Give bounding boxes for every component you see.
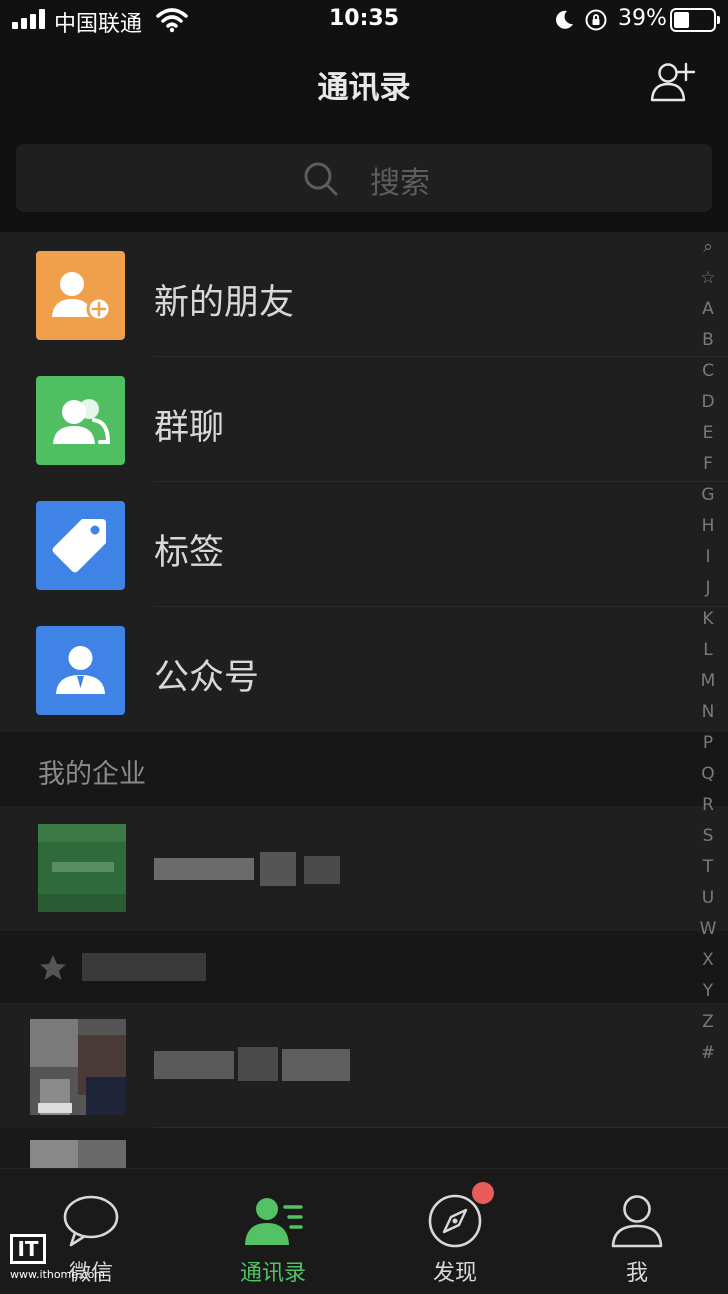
index-letter[interactable]: H xyxy=(696,511,720,542)
battery-percent: 39% xyxy=(618,6,667,31)
section-title: 我的企业 xyxy=(38,759,146,790)
profile-icon xyxy=(611,1195,663,1248)
watermark-url: www.ithome.com xyxy=(10,1268,106,1281)
tab-me[interactable]: 我 xyxy=(546,1169,728,1294)
alphabet-index[interactable]: ⌕ ☆ A B C D E F G H I J K L M N P Q R S T U W X Y Z # xyxy=(696,232,720,1069)
search-area: 搜索 xyxy=(0,126,728,232)
menu-item-tags[interactable]: 标签 xyxy=(0,482,728,607)
index-letter[interactable]: F xyxy=(696,449,720,480)
index-letter[interactable]: Q xyxy=(696,759,720,790)
menu-item-label: 群聊 xyxy=(154,408,225,448)
list-divider xyxy=(154,1127,728,1128)
index-letter[interactable]: N xyxy=(696,697,720,728)
list-item[interactable] xyxy=(0,806,728,931)
avatar xyxy=(38,824,126,912)
battery-icon xyxy=(670,8,720,32)
index-letter[interactable]: M xyxy=(696,666,720,697)
tab-contacts[interactable]: 通讯录 xyxy=(182,1169,364,1294)
index-letter[interactable]: # xyxy=(696,1038,720,1069)
list-item[interactable] xyxy=(0,1003,728,1128)
moon-icon xyxy=(556,10,573,29)
notification-badge xyxy=(472,1182,494,1204)
group-chat-icon xyxy=(36,376,125,465)
index-letter[interactable]: K xyxy=(696,604,720,635)
search-input[interactable]: 搜索 xyxy=(16,144,712,212)
index-letter[interactable]: B xyxy=(696,325,720,356)
index-letter[interactable]: J xyxy=(696,573,720,604)
page-title: 通讯录 xyxy=(317,70,411,106)
search-icon xyxy=(304,162,338,196)
section-header-enterprise: 我的企业 xyxy=(0,732,728,806)
contact-name xyxy=(154,852,340,888)
menu-item-new-friends[interactable]: 新的朋友 xyxy=(0,232,728,357)
index-letter[interactable]: R xyxy=(696,790,720,821)
star-icon xyxy=(40,955,66,980)
index-letter[interactable]: U xyxy=(696,883,720,914)
avatar xyxy=(30,1019,126,1115)
index-letter[interactable]: L xyxy=(696,635,720,666)
index-letter[interactable]: E xyxy=(696,418,720,449)
contact-name xyxy=(154,1047,350,1083)
menu-item-label: 标签 xyxy=(154,533,225,573)
rotation-lock-icon xyxy=(585,9,607,31)
official-account-icon xyxy=(36,626,125,715)
battery-fill xyxy=(674,12,689,28)
section-header-starred xyxy=(0,931,728,1003)
index-letter[interactable]: Z xyxy=(696,1007,720,1038)
tab-label: 通讯录 xyxy=(239,1261,306,1286)
menu-item-group-chat[interactable]: 群聊 xyxy=(0,357,728,482)
tab-label: 发现 xyxy=(432,1261,477,1286)
function-menu: 新的朋友 群聊 标签 公众号 xyxy=(0,232,728,732)
menu-item-label: 新的朋友 xyxy=(154,283,295,323)
status-bar: 中国联通 10:35 39% xyxy=(0,0,728,40)
index-letter[interactable]: G xyxy=(696,480,720,511)
section-title xyxy=(82,953,206,981)
index-letter[interactable]: Y xyxy=(696,976,720,1007)
tab-label: 我 xyxy=(625,1261,648,1286)
watermark-logo: IT xyxy=(10,1234,46,1264)
tag-icon xyxy=(36,501,125,590)
search-placeholder: 搜索 xyxy=(370,166,430,201)
index-letter[interactable]: I xyxy=(696,542,720,573)
index-letter[interactable]: X xyxy=(696,945,720,976)
index-letter[interactable]: W xyxy=(696,914,720,945)
index-letter[interactable]: T xyxy=(696,852,720,883)
add-contact-icon[interactable] xyxy=(648,60,698,104)
contacts-icon xyxy=(245,1198,303,1245)
new-friends-icon xyxy=(36,251,125,340)
index-letter[interactable]: ⌕ xyxy=(696,232,720,263)
avatar xyxy=(30,1140,126,1168)
menu-item-official-accounts[interactable]: 公众号 xyxy=(0,607,728,732)
watermark: IT www.ithome.com xyxy=(10,1234,110,1286)
index-letter[interactable]: P xyxy=(696,728,720,759)
index-letter[interactable]: D xyxy=(696,387,720,418)
index-letter[interactable]: C xyxy=(696,356,720,387)
nav-bar: 通讯录 xyxy=(0,40,728,126)
tab-discover[interactable]: 发现 xyxy=(364,1169,546,1294)
index-letter[interactable]: A xyxy=(696,294,720,325)
index-letter[interactable]: S xyxy=(696,821,720,852)
index-letter[interactable]: ☆ xyxy=(696,263,720,294)
menu-item-label: 公众号 xyxy=(154,658,260,698)
